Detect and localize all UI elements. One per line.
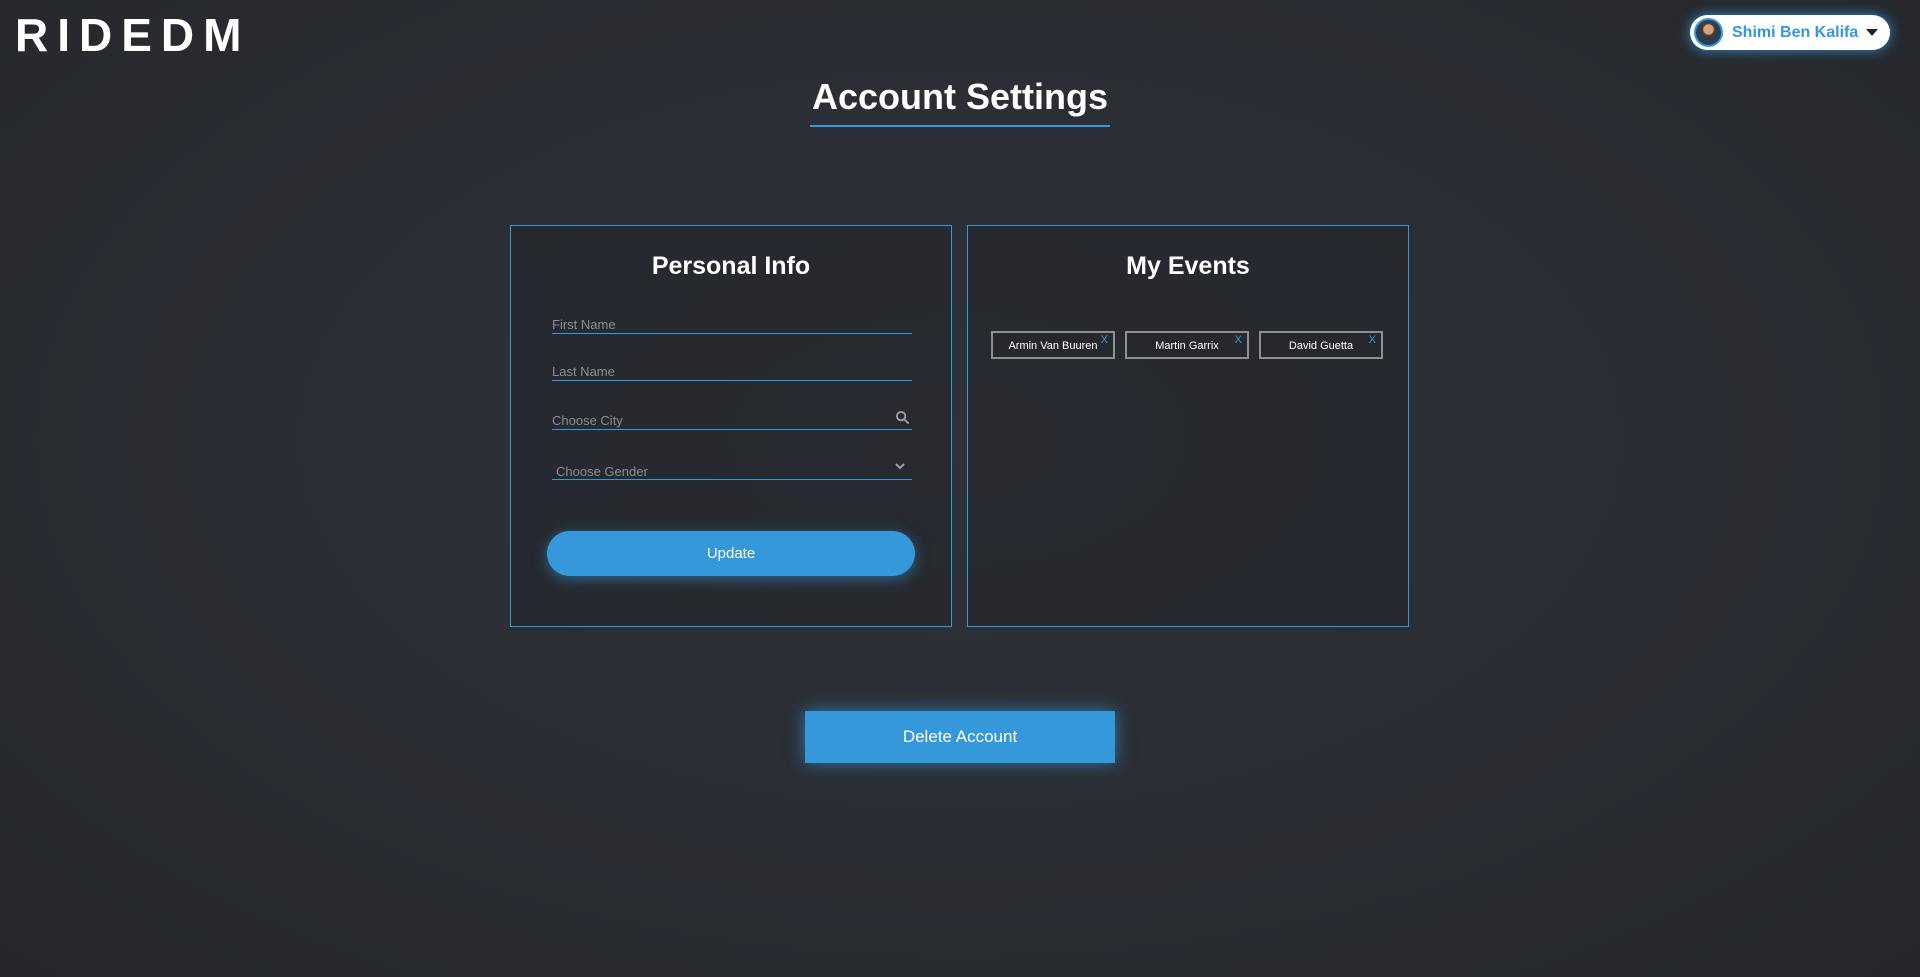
event-chip-label: David Guetta xyxy=(1288,340,1354,352)
user-name: Shimi Ben Kalifa xyxy=(1732,23,1859,41)
update-button[interactable]: Update xyxy=(547,531,915,576)
last-name-field xyxy=(552,357,912,381)
event-chip: Armin Van Buuren X xyxy=(991,331,1115,359)
user-avatar xyxy=(1694,18,1723,47)
search-icon[interactable] xyxy=(895,410,910,428)
personal-info-title: Personal Info xyxy=(651,252,811,280)
gender-select-value: Choose Gender xyxy=(556,464,648,479)
remove-event-button[interactable]: X xyxy=(1369,334,1376,346)
event-chip-label: Martin Garrix xyxy=(1155,340,1219,352)
city-field xyxy=(552,406,912,430)
remove-event-button[interactable]: X xyxy=(1101,334,1108,346)
remove-event-button[interactable]: X xyxy=(1235,334,1242,346)
first-name-field xyxy=(552,310,912,334)
my-events-panel: My Events Armin Van Buuren X Martin Garr… xyxy=(967,225,1409,627)
page-title: Account Settings xyxy=(811,76,1108,117)
caret-down-icon[interactable] xyxy=(1866,29,1878,36)
chevron-down-icon xyxy=(894,460,906,475)
gender-select[interactable]: Choose Gender xyxy=(552,456,912,480)
delete-account-button[interactable]: Delete Account xyxy=(805,711,1115,763)
event-chip-label: Armin Van Buuren xyxy=(1008,340,1098,352)
app-logo[interactable]: RIDEDM xyxy=(15,8,250,62)
city-input[interactable] xyxy=(552,406,912,429)
first-name-input[interactable] xyxy=(552,310,912,333)
user-menu[interactable]: Shimi Ben Kalifa xyxy=(1690,15,1890,50)
personal-info-panel: Personal Info Choose Gender Update xyxy=(510,225,952,627)
my-events-title: My Events xyxy=(1126,252,1250,280)
title-underline xyxy=(810,125,1110,127)
last-name-input[interactable] xyxy=(552,357,912,380)
event-chip: Martin Garrix X xyxy=(1125,331,1249,359)
event-chip: David Guetta X xyxy=(1259,331,1383,359)
